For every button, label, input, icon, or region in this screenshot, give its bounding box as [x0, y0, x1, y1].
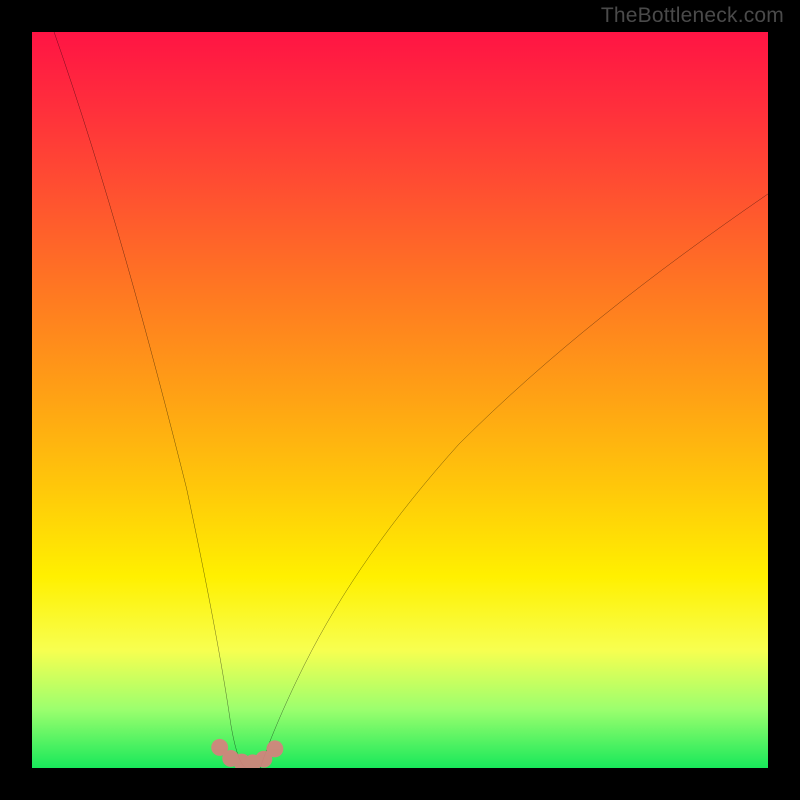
series-left-branch: [54, 32, 245, 768]
marker-dot: [244, 754, 261, 768]
marker-dot: [255, 751, 272, 768]
marker-dot: [233, 754, 250, 768]
plot-area: [32, 32, 768, 768]
chart-frame: TheBottleneck.com: [0, 0, 800, 800]
marker-dot: [211, 739, 228, 756]
marker-cluster: [211, 739, 283, 768]
series-right-branch: [260, 194, 768, 768]
curve-layer: [32, 32, 768, 768]
marker-dot: [266, 740, 283, 757]
watermark-text: TheBottleneck.com: [601, 4, 784, 28]
marker-dot: [222, 750, 239, 767]
